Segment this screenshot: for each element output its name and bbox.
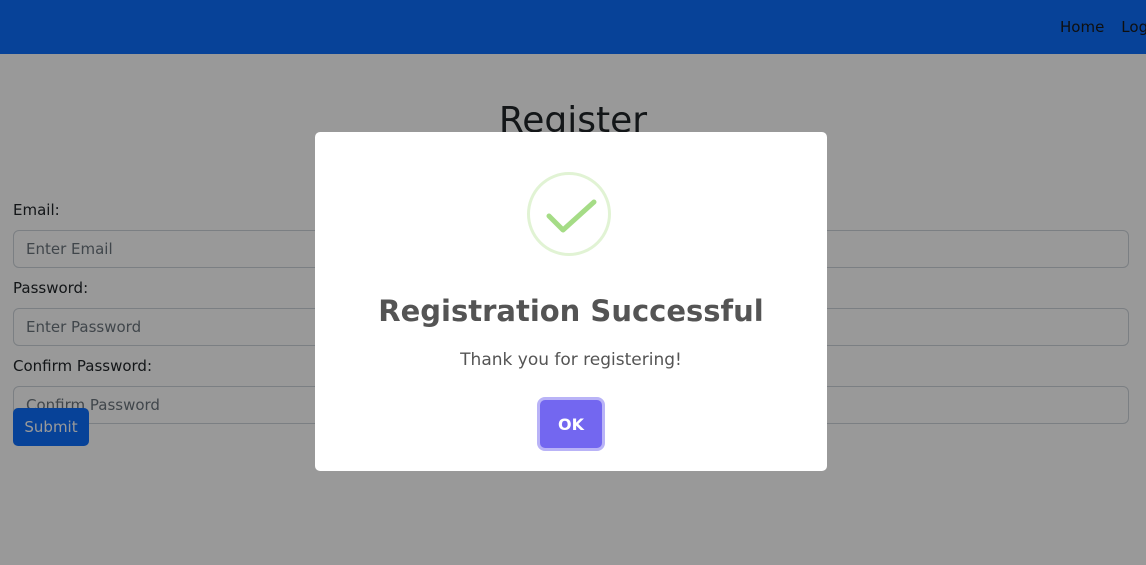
success-check-icon — [527, 172, 611, 256]
dialog-message: Thank you for registering! — [460, 350, 682, 370]
success-dialog: Registration Successful Thank you for re… — [315, 132, 827, 471]
dialog-title: Registration Successful — [378, 294, 764, 328]
register-page: HomeLogin Register Email: Password: Conf… — [0, 0, 1146, 565]
ok-button[interactable]: OK — [540, 400, 602, 448]
